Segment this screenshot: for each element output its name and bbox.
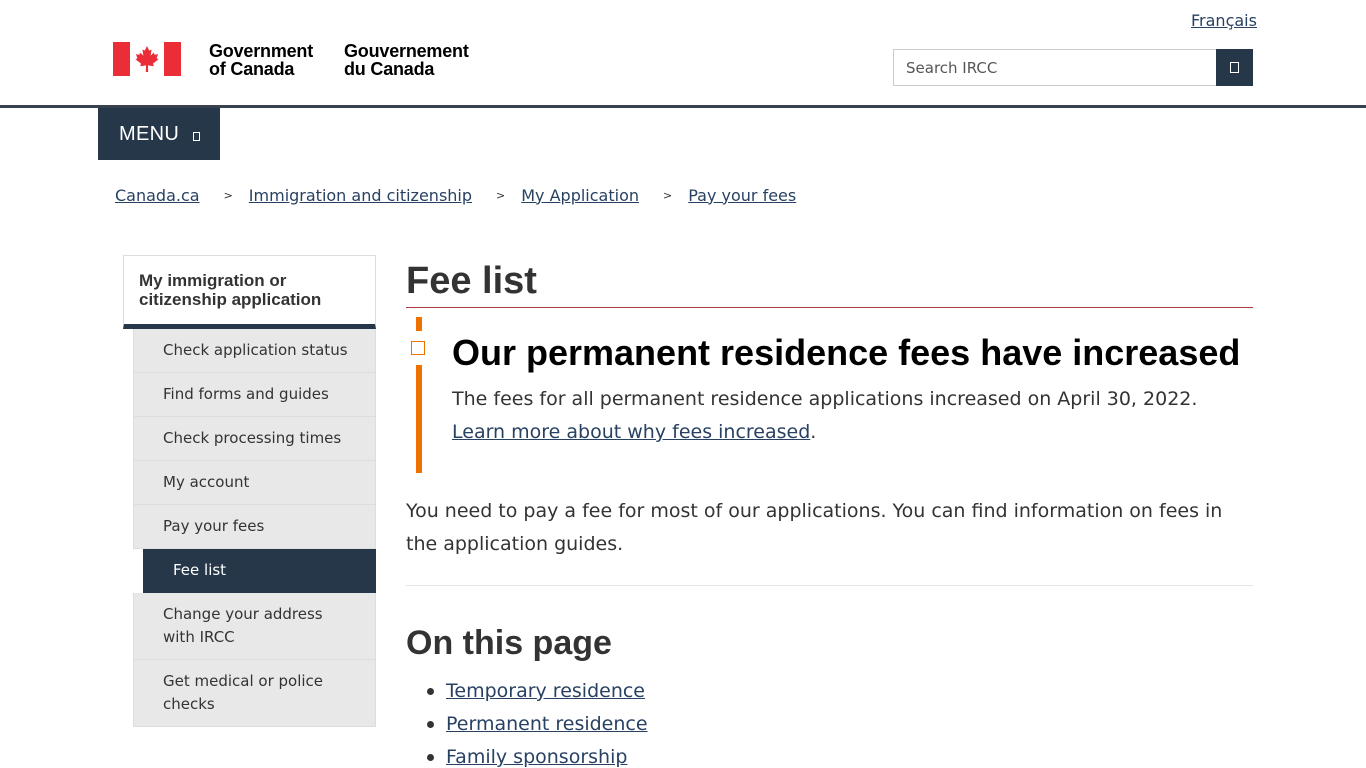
sidebar-item-label: Change your address with IRCC (163, 605, 323, 646)
toc-link-family-sponsorship[interactable]: Family sponsorship (446, 746, 627, 768)
sidebar-item-label: Pay your fees (163, 517, 265, 535)
alert-title: Our permanent residence fees have increa… (452, 332, 1241, 373)
brand-english: Government of Canada (209, 42, 339, 78)
sidebar-item-fee-list[interactable]: Fee list (143, 549, 376, 593)
list-item: Permanent residence (427, 708, 648, 741)
search-form (893, 49, 1253, 86)
government-of-canada-signature[interactable]: Government of Canada Gouvernement du Can… (113, 42, 469, 82)
search-icon (1230, 62, 1239, 73)
breadcrumb-separator: > (496, 188, 506, 202)
warning-alert: Our permanent residence fees have increa… (411, 317, 1253, 473)
section-menu-list: Check application status Find forms and … (133, 329, 376, 727)
alert-body-text: The fees for all permanent residence app… (452, 388, 1198, 410)
sidebar-item-find-forms-and-guides[interactable]: Find forms and guides (133, 373, 376, 417)
menu-button[interactable]: MENU (98, 108, 220, 160)
sidebar-item-label: Find forms and guides (163, 385, 329, 403)
page-title: Fee list (406, 255, 1253, 308)
sidebar-item-pay-your-fees[interactable]: Pay your fees (133, 505, 376, 549)
sidebar-item-label: Check application status (163, 341, 348, 359)
on-this-page-list: Temporary residence Permanent residence … (427, 675, 648, 768)
sidebar-item-label: Check processing times (163, 429, 342, 447)
sidebar-item-check-processing-times[interactable]: Check processing times (133, 417, 376, 461)
sidebar-item-medical-police-checks[interactable]: Get medical or police checks (133, 660, 376, 727)
brand-en-line1: Government (209, 41, 314, 61)
list-item: Temporary residence (427, 675, 648, 708)
learn-more-link[interactable]: Learn more about why fees increased (452, 421, 810, 443)
main-content: Fee list Our permanent residence fees ha… (406, 255, 1253, 768)
brand-fr-line2: du Canada (344, 59, 435, 79)
alert-body-suffix: . (810, 421, 817, 443)
brand-fr-line1: Gouvernement (344, 41, 469, 61)
menu-label: MENU (119, 122, 180, 145)
language-toggle-link[interactable]: Français (1191, 11, 1257, 30)
warning-icon (411, 341, 425, 355)
search-input[interactable] (893, 49, 1216, 86)
alert-accent-bar (416, 317, 422, 331)
toc-link-temporary-residence[interactable]: Temporary residence (446, 680, 645, 702)
canada-flag-icon (113, 42, 181, 76)
search-button[interactable] (1216, 49, 1253, 86)
intro-paragraph: You need to pay a fee for most of our ap… (406, 500, 1223, 555)
section-menu: My immigration or citizenship applicatio… (123, 255, 376, 727)
section-menu-heading[interactable]: My immigration or citizenship applicatio… (123, 255, 376, 329)
breadcrumb-separator: > (663, 188, 673, 202)
sidebar-item-change-address[interactable]: Change your address with IRCC (133, 593, 376, 660)
breadcrumb-link[interactable]: Canada.ca (115, 186, 200, 205)
breadcrumb: Canada.ca > Immigration and citizenship … (115, 184, 796, 206)
sidebar-item-label: My account (163, 473, 250, 491)
breadcrumb-link[interactable]: My Application (521, 186, 639, 205)
sidebar-item-check-application-status[interactable]: Check application status (133, 329, 376, 373)
sidebar-item-label: Get medical or police checks (163, 672, 324, 713)
toc-link-permanent-residence[interactable]: Permanent residence (446, 713, 648, 735)
brand-en-line2: of Canada (209, 59, 295, 79)
breadcrumb-separator: > (223, 188, 233, 202)
brand-french: Gouvernement du Canada (344, 42, 494, 78)
sidebar-item-label: Fee list (173, 561, 227, 579)
chevron-down-icon (193, 131, 201, 141)
alert-accent-bar (416, 365, 422, 473)
sidebar-item-my-account[interactable]: My account (133, 461, 376, 505)
list-item: Family sponsorship (427, 741, 648, 768)
breadcrumb-link[interactable]: Immigration and citizenship (249, 186, 472, 205)
breadcrumb-link[interactable]: Pay your fees (688, 186, 796, 205)
section-divider (406, 585, 1253, 586)
on-this-page-heading: On this page (406, 624, 612, 662)
alert-body: The fees for all permanent residence app… (452, 383, 1252, 449)
